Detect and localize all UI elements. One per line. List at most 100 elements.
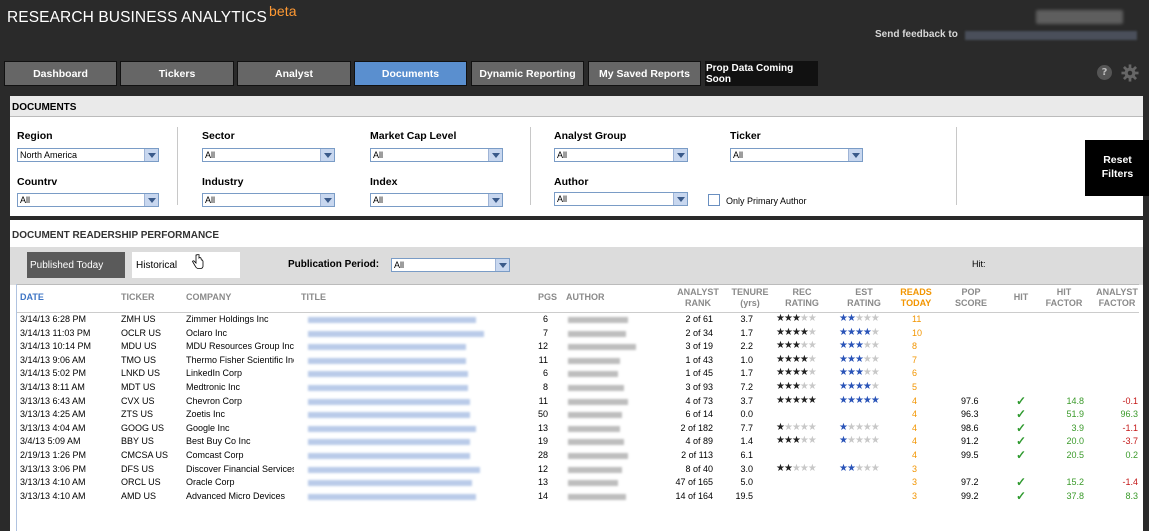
star-icon: ★ bbox=[854, 340, 864, 352]
cell-hit-factor: 51.9 bbox=[1066, 409, 1084, 420]
tab-prop-data[interactable]: Prop Data Coming Soon bbox=[705, 61, 818, 86]
col-est-rating-l1: EST bbox=[855, 287, 873, 297]
cell-title-redacted[interactable] bbox=[308, 317, 476, 323]
cell-tenure: 1.0 bbox=[740, 354, 753, 365]
cell-date: 2/19/13 1:26 PM bbox=[20, 449, 87, 460]
reset-filters-button[interactable]: Reset Filters bbox=[1085, 140, 1149, 196]
col-hit-factor[interactable]: HIT FACTOR bbox=[1036, 287, 1092, 309]
checkmark-icon: ✓ bbox=[1016, 393, 1027, 408]
cell-title-redacted[interactable] bbox=[308, 344, 466, 351]
tab-documents[interactable]: Documents bbox=[354, 61, 467, 86]
cell-author-redacted bbox=[568, 466, 622, 473]
col-reads-today-l1: READS bbox=[900, 287, 932, 297]
table-row[interactable]: 3/13/13 3:06 PM DFS US Discover Financial … bbox=[16, 463, 1139, 477]
gear-icon[interactable] bbox=[1121, 64, 1139, 82]
cell-analyst-rank: 2 of 34 bbox=[685, 327, 713, 338]
col-pop-score[interactable]: POP SCORE bbox=[946, 287, 996, 309]
table-row[interactable]: 3/14/13 9:06 AM TMO US Thermo Fisher Scien… bbox=[16, 354, 1139, 368]
table-row[interactable]: 3/14/13 11:03 PM OCLR US Oclaro Inc 7 2 of 3… bbox=[16, 327, 1139, 341]
col-est-rating[interactable]: EST RATING bbox=[836, 287, 892, 309]
tab-dashboard[interactable]: Dashboard bbox=[4, 61, 117, 86]
cell-reads-today: 4 bbox=[912, 409, 918, 420]
help-icon[interactable]: ? bbox=[1097, 65, 1112, 80]
table-row[interactable]: 2/19/13 1:26 PM CMCSA US Comcast Corp 28 2 o… bbox=[16, 448, 1139, 463]
cell-analyst-rank: 8 of 40 bbox=[685, 463, 713, 474]
feedback-email-link[interactable] bbox=[965, 31, 1137, 40]
cell-author-redacted bbox=[568, 439, 624, 446]
industry-select[interactable]: All bbox=[202, 193, 335, 207]
cell-title-redacted[interactable] bbox=[308, 412, 470, 419]
table-row[interactable]: 3/13/13 6:43 AM CVX US Chevron Corp 11 4 of … bbox=[16, 393, 1139, 409]
index-select[interactable]: All bbox=[370, 193, 503, 207]
col-analyst-factor[interactable]: ANALYST FACTOR bbox=[1091, 287, 1143, 309]
publication-period-select[interactable]: All bbox=[391, 258, 510, 272]
col-rec-rating[interactable]: REC RATING bbox=[774, 287, 830, 309]
cell-author-redacted bbox=[568, 412, 622, 419]
author-select[interactable]: All bbox=[554, 192, 688, 206]
star-icon: ★ bbox=[870, 435, 880, 447]
cell-title-redacted[interactable] bbox=[308, 425, 476, 432]
col-date[interactable]: DATE bbox=[20, 292, 44, 303]
cell-title-redacted[interactable] bbox=[308, 384, 468, 391]
cell-title-redacted[interactable] bbox=[308, 452, 470, 459]
dropdown-arrow-icon bbox=[320, 194, 334, 206]
col-rec-rating-l2: RATING bbox=[785, 298, 819, 308]
table-row[interactable]: 3/14/13 10:14 PM MDU US MDU Resources Grou… bbox=[16, 340, 1139, 354]
table-row[interactable]: 3/14/13 6:28 PM ZMH US Zimmer Holdings Inc… bbox=[16, 313, 1139, 327]
cell-analyst-factor: 96.3 bbox=[1120, 409, 1138, 420]
ticker-select[interactable]: All bbox=[730, 148, 863, 162]
country-select[interactable]: All bbox=[17, 193, 159, 207]
tab-my-saved-reports[interactable]: My Saved Reports bbox=[588, 61, 701, 86]
region-select[interactable]: North America bbox=[17, 148, 159, 162]
col-author[interactable]: AUTHOR bbox=[566, 292, 605, 303]
star-icon: ★ bbox=[791, 326, 801, 338]
col-analyst-rank[interactable]: ANALYST RANK bbox=[668, 287, 728, 309]
col-title[interactable]: TITLE bbox=[301, 292, 326, 303]
tab-analyst[interactable]: Analyst bbox=[237, 61, 351, 86]
table-row[interactable]: 3/13/13 4:25 AM ZTS US Zoetis Inc 50 6 of 14… bbox=[16, 407, 1139, 422]
tab-tickers[interactable]: Tickers bbox=[120, 61, 234, 86]
table-row[interactable]: 3/14/13 8:11 AM MDT US Medtronic Inc 8 3 of … bbox=[16, 381, 1139, 395]
col-tenure[interactable]: TENURE (yrs) bbox=[728, 287, 772, 309]
cell-pop-score: 99.5 bbox=[961, 449, 979, 460]
cell-rec-rating: ★★★★★ bbox=[776, 353, 817, 365]
industry-label: Industry bbox=[202, 176, 244, 188]
col-ticker[interactable]: TICKER bbox=[121, 292, 155, 303]
cell-company: Discover Financial Services bbox=[186, 463, 294, 474]
sector-select[interactable]: All bbox=[202, 148, 335, 162]
cell-title-redacted[interactable] bbox=[308, 439, 470, 446]
table-row[interactable]: 3/13/13 4:04 AM GOOG US Google Inc 13 2 of 1… bbox=[16, 421, 1139, 436]
cell-title-redacted[interactable] bbox=[308, 330, 484, 337]
pointer-cursor-icon bbox=[192, 254, 204, 269]
col-tenure-l1: TENURE bbox=[731, 287, 769, 297]
cell-title-redacted[interactable] bbox=[308, 480, 472, 487]
col-pgs[interactable]: PGS bbox=[538, 292, 557, 303]
analyst-group-select[interactable]: All bbox=[554, 148, 688, 162]
tab-published-today[interactable]: Published Today bbox=[27, 252, 125, 278]
tab-dynamic-reporting[interactable]: Dynamic Reporting bbox=[471, 61, 584, 86]
table-row[interactable]: 3/4/13 5:09 AM BBY US Best Buy Co Inc 19 4 o… bbox=[16, 434, 1139, 449]
reset-filters-line2: Filters bbox=[1101, 168, 1134, 180]
col-hit[interactable]: HIT bbox=[1011, 292, 1031, 303]
only-primary-author-checkbox[interactable] bbox=[708, 194, 720, 206]
cell-title-redacted[interactable] bbox=[308, 398, 470, 405]
star-icon: ★ bbox=[799, 367, 809, 379]
col-company[interactable]: COMPANY bbox=[186, 292, 231, 303]
country-select-value: All bbox=[20, 195, 31, 205]
cell-title-redacted[interactable] bbox=[308, 493, 476, 500]
table-row[interactable]: 3/13/13 4:10 AM AMD US Advanced Micro Devi… bbox=[16, 489, 1139, 504]
cell-title-redacted[interactable] bbox=[308, 466, 480, 473]
tab-historical[interactable]: Historical bbox=[132, 252, 240, 278]
cell-analyst-rank: 47 of 165 bbox=[675, 477, 713, 488]
table-row[interactable]: 3/13/13 4:10 AM ORCL US Oracle Corp 13 47 of… bbox=[16, 475, 1139, 490]
reset-filters-line1: Reset bbox=[1103, 154, 1132, 166]
market-cap-select[interactable]: All bbox=[370, 148, 503, 162]
star-icon: ★ bbox=[791, 353, 801, 365]
cell-title-redacted[interactable] bbox=[308, 357, 466, 364]
cell-ticker: AMD US bbox=[121, 490, 157, 501]
table-row[interactable]: 3/14/13 5:02 PM LNKD US LinkedIn Corp 6 1 of… bbox=[16, 367, 1139, 381]
cell-title-redacted[interactable] bbox=[308, 371, 468, 378]
cell-hit-factor: 15.2 bbox=[1066, 477, 1084, 488]
cell-rec-rating: ★★★★★ bbox=[776, 463, 817, 474]
col-reads-today[interactable]: READS TODAY bbox=[896, 287, 936, 309]
